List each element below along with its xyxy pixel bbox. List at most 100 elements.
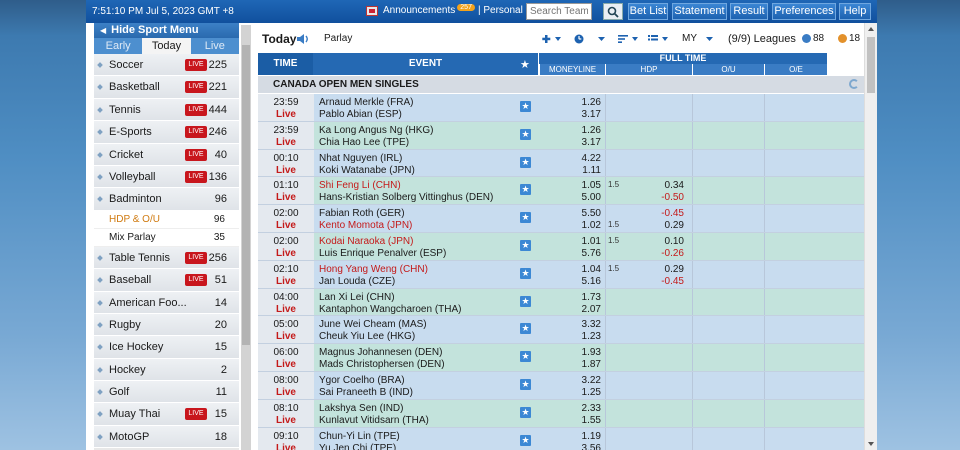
moneyline-home-odds[interactable]: 1.05 bbox=[539, 180, 601, 191]
away-player[interactable]: Jan Louda (CZE) bbox=[319, 276, 395, 287]
hdp-home-odds[interactable]: 0.29 bbox=[626, 264, 684, 275]
sport-item-american-football[interactable]: American Foo... 14 bbox=[94, 291, 239, 314]
away-player[interactable]: Kento Momota (JPN) bbox=[319, 220, 412, 231]
hdp-away-odds[interactable]: -0.45 bbox=[626, 276, 684, 287]
moneyline-home-odds[interactable]: 1.19 bbox=[539, 431, 601, 442]
moneyline-away-odds[interactable]: 5.76 bbox=[539, 248, 601, 259]
away-player[interactable]: Yu Jen Chi (TPE) bbox=[319, 443, 396, 450]
home-player[interactable]: Magnus Johannesen (DEN) bbox=[319, 347, 442, 358]
away-player[interactable]: Hans-Kristian Solberg Vittinghus (DEN) bbox=[319, 192, 493, 203]
help-button[interactable]: Help bbox=[839, 3, 871, 20]
add-favorite-star-icon[interactable]: ★ bbox=[520, 267, 531, 279]
home-player[interactable]: Lakshya Sen (IND) bbox=[319, 403, 403, 414]
home-player[interactable]: Hong Yang Weng (CHN) bbox=[319, 264, 428, 275]
sport-item-volleyball[interactable]: Volleyball LIVE 136 bbox=[94, 165, 239, 189]
favorites-star-icon[interactable]: ★ bbox=[520, 58, 530, 71]
away-player[interactable]: Chia Hao Lee (TPE) bbox=[319, 137, 409, 148]
hdp-home-odds[interactable]: 0.10 bbox=[626, 236, 684, 247]
moneyline-home-odds[interactable]: 4.22 bbox=[539, 153, 601, 164]
main-scroll-thumb[interactable] bbox=[867, 37, 875, 93]
moneyline-away-odds[interactable]: 1.25 bbox=[539, 387, 601, 398]
home-player[interactable]: Ka Long Angus Ng (HKG) bbox=[319, 125, 434, 136]
bet-list-button[interactable]: Bet List bbox=[628, 3, 668, 20]
home-player[interactable]: Kodai Naraoka (JPN) bbox=[319, 236, 413, 247]
home-player[interactable]: Arnaud Merkle (FRA) bbox=[319, 97, 413, 108]
hdp-home-odds[interactable]: 0.34 bbox=[626, 180, 684, 191]
hdp-away-odds[interactable]: -0.50 bbox=[626, 192, 684, 203]
sidebar-scrollbar[interactable] bbox=[241, 25, 251, 450]
moneyline-home-odds[interactable]: 3.32 bbox=[539, 319, 601, 330]
away-player[interactable]: Luis Enrique Penalver (ESP) bbox=[319, 248, 446, 259]
sound-icon[interactable] bbox=[296, 33, 310, 45]
moneyline-home-odds[interactable]: 1.04 bbox=[539, 264, 601, 275]
sub-item-mix-parlay[interactable]: Mix Parlay 35 bbox=[94, 228, 239, 247]
away-player[interactable]: Mads Christophersen (DEN) bbox=[319, 359, 445, 370]
sport-item-golf[interactable]: Golf 11 bbox=[94, 381, 239, 404]
add-favorite-star-icon[interactable]: ★ bbox=[520, 156, 531, 168]
add-favorite-star-icon[interactable]: ★ bbox=[520, 406, 531, 418]
sport-item-motogp[interactable]: MotoGP 18 bbox=[94, 425, 239, 449]
parlay-link[interactable]: Parlay bbox=[324, 33, 352, 44]
home-player[interactable]: Fabian Roth (GER) bbox=[319, 208, 405, 219]
home-player[interactable]: Shi Feng Li (CHN) bbox=[319, 180, 401, 191]
preferences-button[interactable]: Preferences bbox=[772, 3, 836, 20]
sport-item-hockey[interactable]: Hockey 2 bbox=[94, 358, 239, 382]
view-list-icon[interactable] bbox=[648, 34, 670, 44]
sport-item-basketball[interactable]: Basketball LIVE 221 bbox=[94, 76, 239, 99]
away-player[interactable]: Kantaphon Wangcharoen (THA) bbox=[319, 304, 462, 315]
hide-sport-menu-button[interactable]: ◀ Hide Sport Menu bbox=[94, 23, 239, 38]
moneyline-home-odds[interactable]: 1.73 bbox=[539, 292, 601, 303]
leagues-filter[interactable]: (9/9) Leagues bbox=[728, 33, 796, 45]
announcements-label[interactable]: Announcements bbox=[383, 5, 455, 16]
moneyline-away-odds[interactable]: 1.55 bbox=[539, 415, 601, 426]
tab-early[interactable]: Early bbox=[94, 38, 142, 54]
chevron-down-icon[interactable] bbox=[706, 34, 714, 44]
moneyline-away-odds[interactable]: 2.07 bbox=[539, 304, 601, 315]
add-favorite-star-icon[interactable]: ★ bbox=[520, 295, 531, 307]
moneyline-home-odds[interactable]: 1.01 bbox=[539, 236, 601, 247]
sport-item-cricket[interactable]: Cricket LIVE 40 bbox=[94, 143, 239, 166]
home-player[interactable]: Nhat Nguyen (IRL) bbox=[319, 153, 402, 164]
moneyline-away-odds[interactable]: 5.00 bbox=[539, 192, 601, 203]
search-button[interactable] bbox=[603, 3, 623, 20]
sport-item-muay-thai[interactable]: Muay Thai LIVE 15 bbox=[94, 403, 239, 426]
result-button[interactable]: Result bbox=[730, 3, 768, 20]
home-player[interactable]: Lan Xi Lei (CHN) bbox=[319, 292, 395, 303]
chevron-down-icon[interactable] bbox=[598, 34, 606, 44]
sport-item-baseball[interactable]: Baseball LIVE 51 bbox=[94, 269, 239, 292]
moneyline-away-odds[interactable]: 1.23 bbox=[539, 331, 601, 342]
moneyline-away-odds[interactable]: 5.16 bbox=[539, 276, 601, 287]
moneyline-away-odds[interactable]: 3.17 bbox=[539, 137, 601, 148]
add-favorite-star-icon[interactable]: ★ bbox=[520, 184, 531, 196]
moneyline-home-odds[interactable]: 2.33 bbox=[539, 403, 601, 414]
add-favorite-star-icon[interactable]: ★ bbox=[520, 239, 531, 251]
scroll-up-icon[interactable] bbox=[868, 27, 874, 31]
tab-today[interactable]: Today bbox=[142, 38, 191, 54]
main-scrollbar[interactable] bbox=[864, 23, 877, 450]
hdp-away-odds[interactable]: 0.29 bbox=[626, 220, 684, 231]
sub-item-hdp-ou[interactable]: HDP & O/U 96 bbox=[94, 210, 239, 229]
expand-all-icon[interactable] bbox=[542, 34, 562, 44]
sport-item-tennis[interactable]: Tennis LIVE 444 bbox=[94, 98, 239, 122]
add-favorite-star-icon[interactable]: ★ bbox=[520, 351, 531, 363]
moneyline-home-odds[interactable]: 3.22 bbox=[539, 375, 601, 386]
tab-live[interactable]: Live bbox=[191, 38, 239, 54]
sort-icon[interactable] bbox=[618, 34, 640, 44]
hdp-home-odds[interactable]: -0.45 bbox=[626, 208, 684, 219]
clock-icon[interactable] bbox=[574, 34, 588, 46]
home-player[interactable]: Chun-Yi Lin (TPE) bbox=[319, 431, 400, 442]
away-player[interactable]: Sai Praneeth B (IND) bbox=[319, 387, 413, 398]
away-player[interactable]: Kunlavut Vitidsarn (THA) bbox=[319, 415, 429, 426]
hdp-away-odds[interactable]: -0.26 bbox=[626, 248, 684, 259]
away-player[interactable]: Cheuk Yiu Lee (HKG) bbox=[319, 331, 415, 342]
refresh-counter-orange[interactable]: 18 bbox=[838, 33, 860, 44]
search-input[interactable] bbox=[526, 3, 592, 20]
add-favorite-star-icon[interactable]: ★ bbox=[520, 434, 531, 446]
add-favorite-star-icon[interactable]: ★ bbox=[520, 101, 531, 112]
sport-item-soccer[interactable]: Soccer LIVE 225 bbox=[94, 54, 239, 77]
sidebar-scroll-thumb[interactable] bbox=[242, 45, 250, 345]
add-favorite-star-icon[interactable]: ★ bbox=[520, 323, 531, 335]
scroll-down-icon[interactable] bbox=[868, 442, 874, 446]
moneyline-away-odds[interactable]: 3.17 bbox=[539, 109, 601, 120]
sport-item-rugby[interactable]: Rugby 20 bbox=[94, 313, 239, 337]
